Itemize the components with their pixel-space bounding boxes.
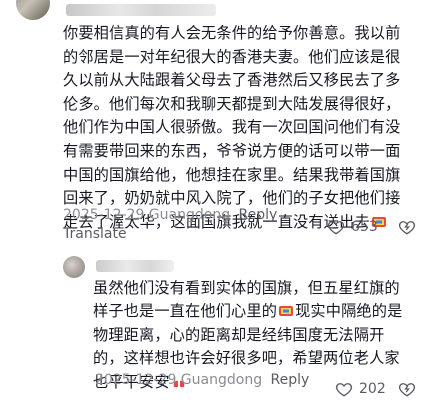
dislike-icon[interactable] (398, 218, 416, 236)
flag-emoji-icon (279, 306, 294, 317)
comment-text-body: 你要相信真的有人会无条件的给予你善意。我以前的邻居是一对年纪很大的香港夫妻。他们… (63, 24, 401, 231)
comment-text: 你要相信真的有人会无条件的给予你善意。我以前的邻居是一对年纪很大的香港夫妻。他们… (63, 22, 415, 234)
like-button[interactable]: 653 (327, 218, 378, 236)
reply-button[interactable]: Reply (271, 372, 310, 388)
reply-meta: 2025-12-29 Guangdong Reply (95, 372, 309, 388)
translate-button[interactable]: Translate (63, 226, 127, 242)
heart-icon (327, 221, 345, 235)
like-count: 653 (351, 219, 378, 235)
commenter-avatar[interactable] (16, 0, 50, 20)
comment-date: 2025-12-29 Guangdong (63, 207, 231, 223)
reply-date: 2025-12-29 Guangdong (95, 372, 263, 388)
like-button[interactable]: 202 (335, 380, 386, 398)
reply-commenter-avatar[interactable] (63, 256, 85, 278)
reply-button[interactable]: Reply (239, 207, 278, 223)
dislike-icon[interactable] (398, 380, 416, 398)
blurred-username[interactable] (96, 260, 174, 272)
blurred-username[interactable] (66, 4, 216, 16)
heart-icon (335, 383, 353, 397)
comment-meta: 2025-12-29 Guangdong Reply (63, 207, 277, 223)
like-count: 202 (359, 381, 386, 397)
